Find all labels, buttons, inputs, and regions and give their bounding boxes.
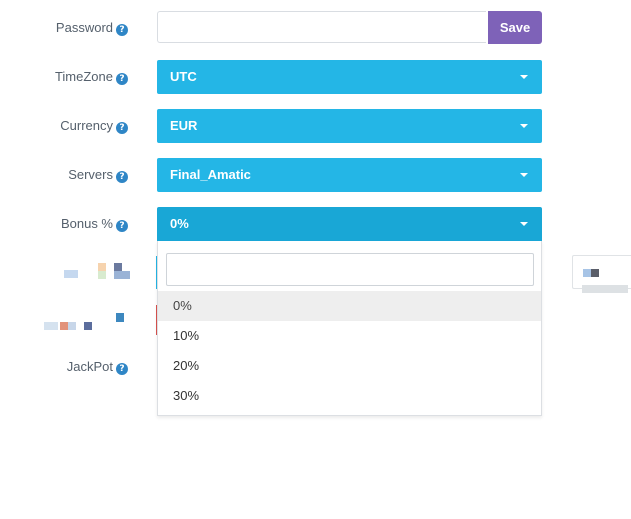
timezone-value: UTC: [170, 69, 197, 84]
help-icon[interactable]: ?: [116, 363, 128, 375]
dropdown-option-0[interactable]: 0%: [158, 291, 541, 321]
servers-value: Final_Amatic: [170, 167, 251, 182]
side-field[interactable]: [572, 255, 631, 289]
help-icon[interactable]: ?: [116, 24, 128, 36]
servers-select[interactable]: Final_Amatic: [157, 158, 542, 192]
help-icon[interactable]: ?: [116, 171, 128, 183]
currency-select[interactable]: EUR: [157, 109, 542, 143]
save-button[interactable]: Save: [488, 11, 542, 44]
help-icon[interactable]: ?: [116, 220, 128, 232]
help-icon[interactable]: ?: [116, 73, 128, 85]
currency-label: Currency?: [0, 116, 128, 136]
bonus-value: 0%: [170, 216, 189, 231]
obscured-side-text: [582, 285, 628, 293]
dropdown-option-30[interactable]: 30%: [158, 381, 541, 411]
password-input[interactable]: [157, 11, 486, 43]
help-icon[interactable]: ?: [116, 122, 128, 134]
currency-value: EUR: [170, 118, 198, 133]
jackpot-label: JackPot?: [0, 357, 128, 377]
dropdown-search-input[interactable]: [166, 253, 534, 286]
timezone-label: TimeZone?: [0, 67, 128, 87]
bonus-label: Bonus %?: [0, 214, 128, 234]
caret-down-icon: [520, 173, 528, 177]
servers-label: Servers?: [0, 165, 128, 185]
timezone-select[interactable]: UTC: [157, 60, 542, 94]
caret-down-icon: [520, 75, 528, 79]
obscured-label-2: [44, 313, 128, 331]
caret-down-icon: [520, 124, 528, 128]
bonus-dropdown: 0% 10% 20% 30%: [157, 241, 542, 416]
obscured-label-1: [64, 263, 130, 281]
dropdown-option-10[interactable]: 10%: [158, 321, 541, 351]
dropdown-option-20[interactable]: 20%: [158, 351, 541, 381]
bonus-select[interactable]: 0%: [157, 207, 542, 241]
password-label: Password?: [0, 18, 128, 38]
caret-down-icon: [520, 222, 528, 226]
